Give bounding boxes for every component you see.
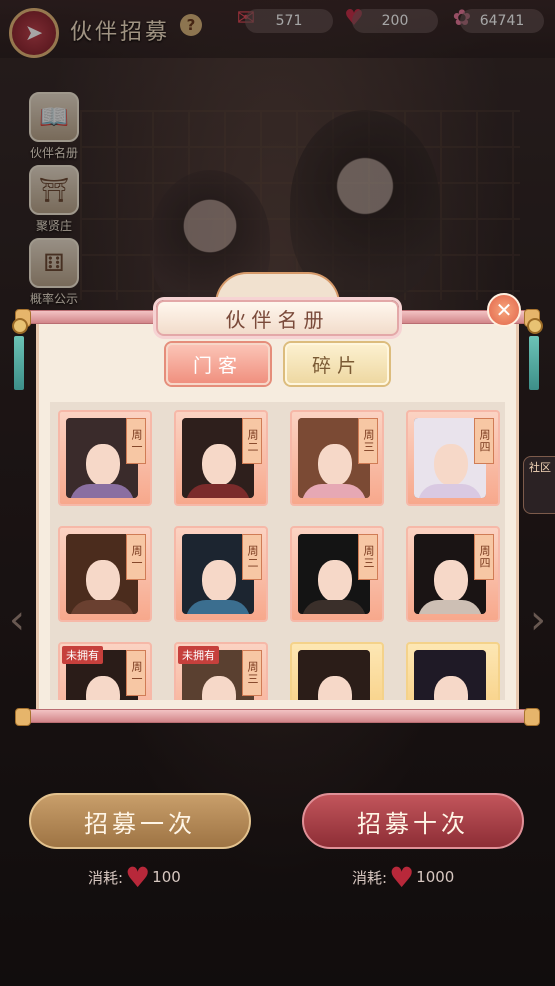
partner-card[interactable]: 周四: [406, 410, 500, 506]
tassel-left: [12, 318, 28, 390]
close-icon: ✕: [495, 298, 513, 322]
cost-once: 消耗: ♥ 100: [88, 861, 181, 894]
weekday-tag: 周一: [126, 534, 146, 580]
partner-card[interactable]: 周一: [58, 526, 152, 622]
recruit-ten-button[interactable]: 招募十次: [302, 793, 524, 849]
community-label: 社区: [529, 461, 551, 474]
unowned-badge: 未拥有: [62, 646, 103, 664]
weekday-tag: 周二: [242, 418, 262, 464]
weekday-tag: 周一: [126, 418, 146, 464]
partner-card[interactable]: 周二: [174, 526, 268, 622]
weekday-tag: 周四: [474, 418, 494, 464]
modal-title: 伙伴名册: [225, 307, 330, 332]
community-button[interactable]: 社区: [523, 456, 555, 514]
partner-card[interactable]: 周三: [290, 410, 384, 506]
heart-icon: ♥: [125, 860, 151, 894]
weekday-tag: 周二: [242, 534, 262, 580]
partner-card[interactable]: 周三: [290, 526, 384, 622]
modal-title-plate: 伙伴名册: [156, 300, 399, 336]
heart-icon: ♥: [389, 860, 415, 894]
cost-label: 消耗:: [88, 868, 124, 887]
cost-ten: 消耗: ♥ 1000: [352, 861, 455, 894]
partner-card[interactable]: 周四: [406, 526, 500, 622]
cost-value: 100: [152, 868, 181, 886]
weekday-tag: 周一: [126, 650, 146, 696]
scroll-rod-bottom: [15, 708, 540, 726]
weekday-tag: 周三: [358, 418, 378, 464]
partner-card[interactable]: 周一: [58, 410, 152, 506]
partner-card[interactable]: 周一 未拥有: [58, 642, 152, 700]
cost-label: 消耗:: [352, 868, 388, 887]
tab-fragments[interactable]: 碎片: [285, 343, 389, 385]
partner-grid: 周一 周二 周三 周四 周一 周二 周三 周四 周一 未拥有 周三 未拥有: [50, 402, 505, 700]
cost-value: 1000: [416, 868, 455, 886]
partner-card[interactable]: 周二: [174, 410, 268, 506]
left-arrow-icon[interactable]: ‹: [2, 590, 32, 650]
partner-card[interactable]: 周三 未拥有: [174, 642, 268, 700]
weekday-tag: 周三: [242, 650, 262, 696]
unowned-badge: 未拥有: [178, 646, 219, 664]
tassel-right: [527, 318, 543, 390]
close-button[interactable]: ✕: [487, 293, 521, 327]
right-arrow-icon[interactable]: ›: [523, 590, 553, 650]
weekday-tag: 周四: [474, 534, 494, 580]
recruit-once-button[interactable]: 招募一次: [29, 793, 251, 849]
partner-card[interactable]: [406, 642, 500, 700]
partner-portrait: [414, 650, 486, 700]
partner-card[interactable]: [290, 642, 384, 700]
weekday-tag: 周三: [358, 534, 378, 580]
tab-retainers[interactable]: 门客: [166, 343, 270, 385]
partner-portrait: [298, 650, 370, 700]
